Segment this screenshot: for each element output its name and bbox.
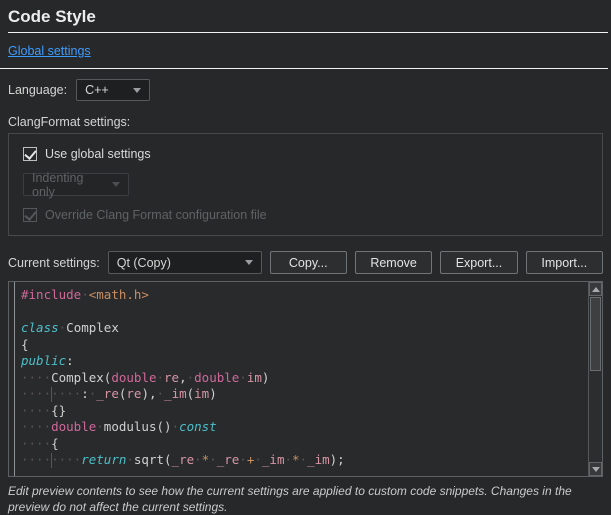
global-settings-link[interactable]: Global settings: [8, 44, 91, 58]
editor-vertical-scrollbar[interactable]: [588, 282, 602, 476]
check-icon: [23, 147, 37, 161]
scroll-down-icon: [592, 467, 600, 472]
current-settings-value: Qt (Copy): [117, 256, 171, 270]
current-settings-label: Current settings:: [8, 256, 100, 270]
link-separator: [0, 68, 608, 69]
clangformat-groupbox: Use global settings Indenting only Overr…: [8, 133, 603, 236]
scroll-up-button[interactable]: [589, 282, 602, 296]
footer-note: Edit preview contents to see how the cur…: [8, 484, 603, 515]
language-row: Language: C++: [8, 79, 603, 101]
copy-button[interactable]: Copy...: [270, 251, 347, 274]
scroll-down-button[interactable]: [589, 462, 602, 476]
clangformat-settings-label: ClangFormat settings:: [8, 115, 603, 129]
chevron-down-icon: [112, 182, 120, 187]
indent-guide: [51, 453, 52, 468]
scroll-up-icon: [592, 287, 600, 292]
chevron-down-icon: [245, 260, 253, 265]
language-select-value: C++: [85, 83, 109, 97]
code-style-settings-page: Code Style Global settings Language: C++…: [0, 0, 611, 498]
code-preview-editor[interactable]: #include·<math.h> class·Complex{public:·…: [8, 281, 603, 477]
import-button[interactable]: Import...: [526, 251, 603, 274]
remove-button[interactable]: Remove: [355, 251, 432, 274]
formatting-mode-select[interactable]: Indenting only: [23, 173, 129, 196]
code-preview-text: #include·<math.h> class·Complex{public:·…: [9, 282, 602, 476]
page-title: Code Style: [0, 0, 611, 27]
language-select[interactable]: C++: [76, 79, 150, 101]
current-settings-select[interactable]: Qt (Copy): [108, 251, 262, 274]
check-icon: [23, 208, 37, 222]
formatting-mode-value: Indenting only: [32, 171, 104, 199]
editor-gutter-line: [14, 282, 15, 476]
use-global-settings-label: Use global settings: [45, 147, 151, 161]
scrollbar-thumb[interactable]: [590, 297, 601, 371]
use-global-settings-checkbox[interactable]: Use global settings: [23, 147, 590, 161]
indent-guide: [51, 387, 52, 402]
chevron-down-icon: [133, 88, 141, 93]
override-config-checkbox[interactable]: Override Clang Format configuration file: [23, 208, 590, 222]
language-label: Language:: [8, 83, 67, 97]
current-settings-row: Current settings: Qt (Copy) Copy... Remo…: [8, 251, 603, 274]
override-config-label: Override Clang Format configuration file: [45, 208, 267, 222]
export-button[interactable]: Export...: [440, 251, 517, 274]
